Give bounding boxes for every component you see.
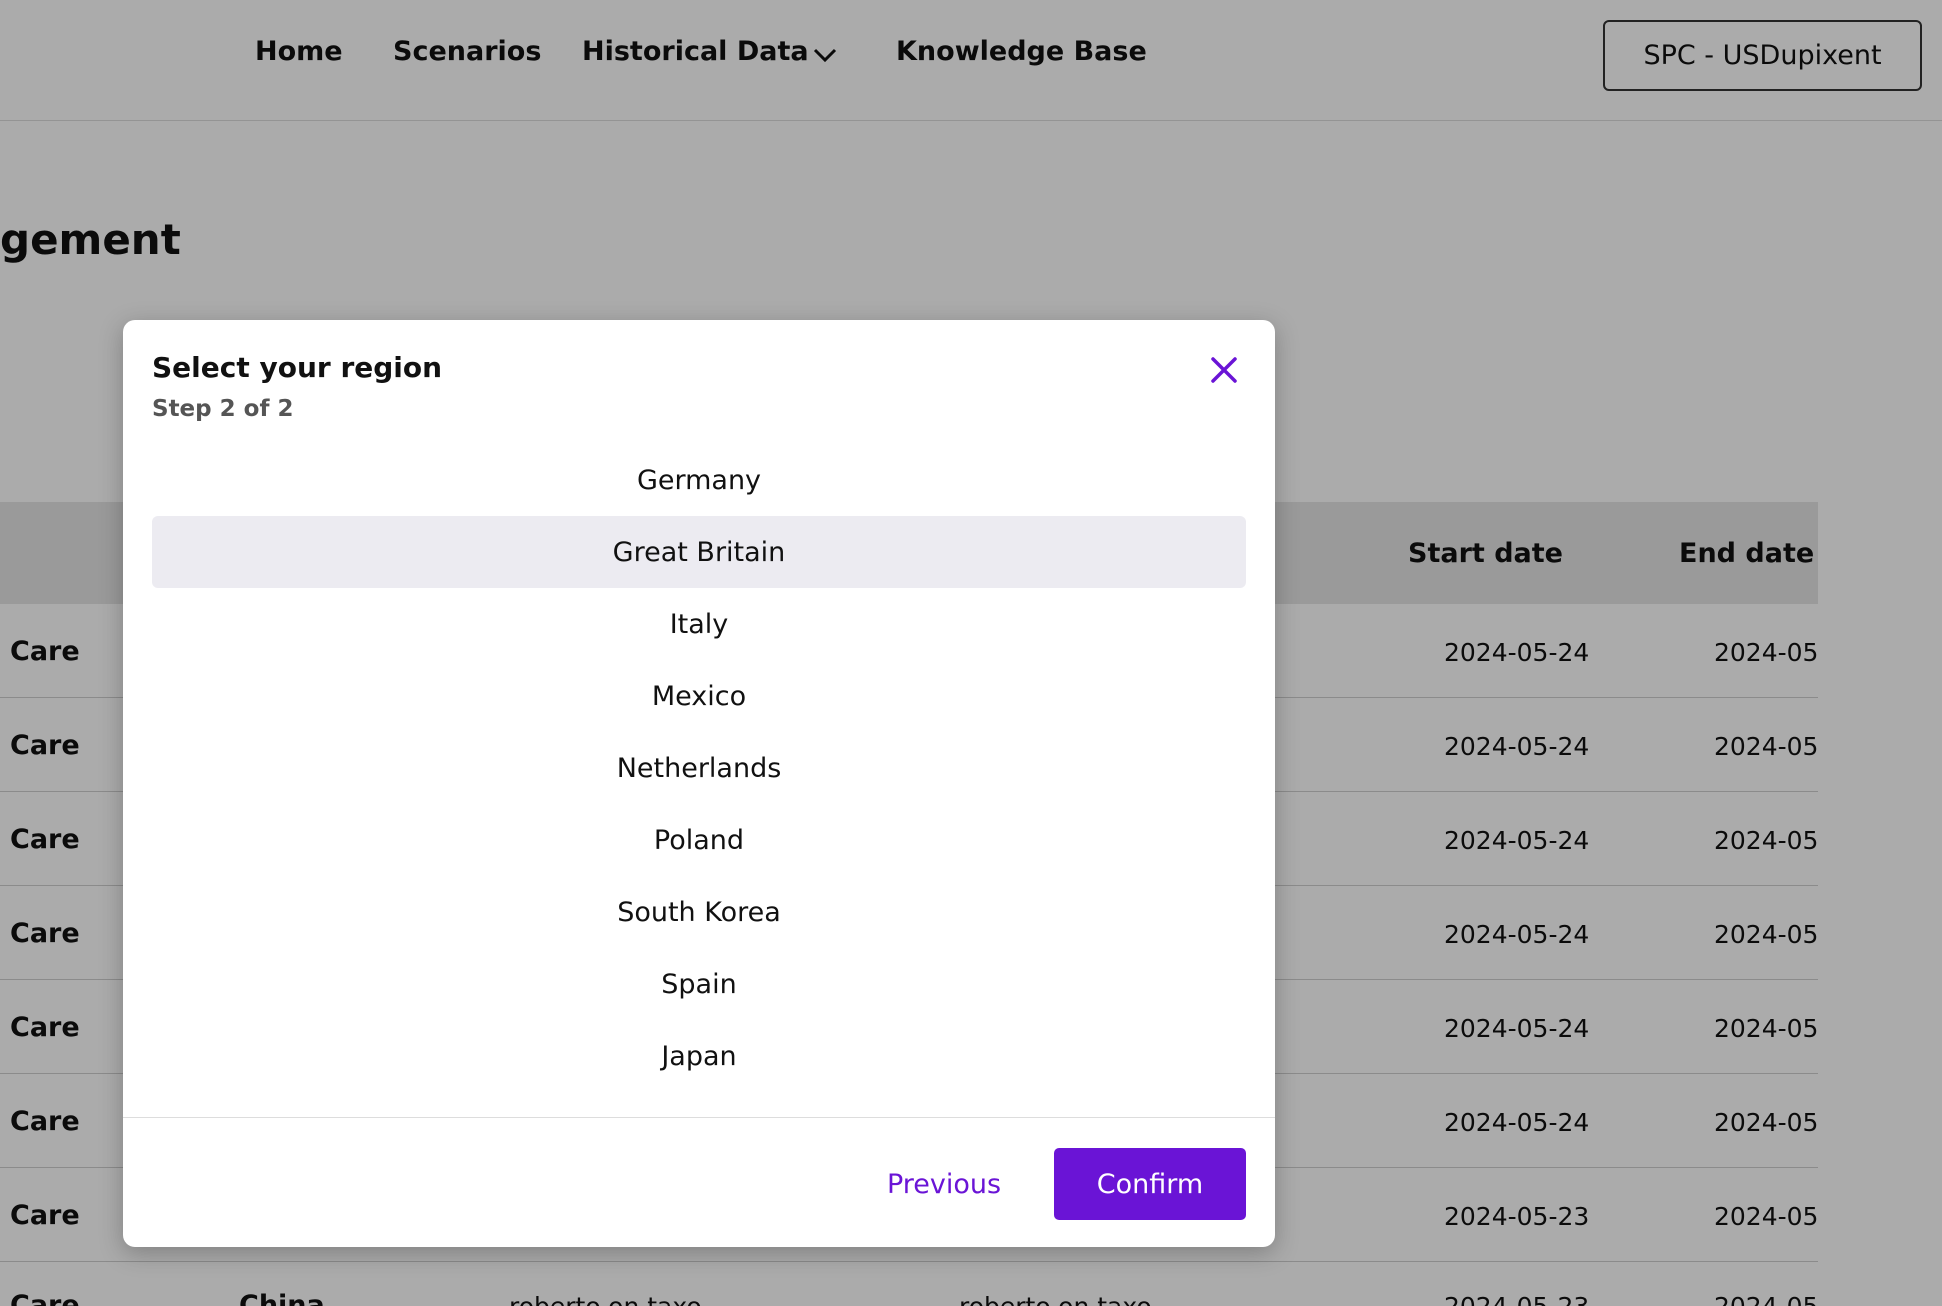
region-option-italy[interactable]: Italy [152,588,1246,660]
confirm-button[interactable]: Confirm [1054,1148,1246,1220]
region-select-dialog: Select your region Step 2 of 2 Germany G… [123,320,1275,1247]
dialog-title: Select your region [152,351,443,384]
region-option-mexico[interactable]: Mexico [152,660,1246,732]
region-option-spain[interactable]: Spain [152,948,1246,1020]
region-list: Germany Great Britain Italy Mexico Nethe… [152,444,1246,1092]
dialog-footer-divider [123,1117,1275,1118]
region-option-poland[interactable]: Poland [152,804,1246,876]
region-option-south-korea[interactable]: South Korea [152,876,1246,948]
dialog-step-indicator: Step 2 of 2 [152,396,294,422]
previous-button[interactable]: Previous [863,1148,1025,1220]
region-option-netherlands[interactable]: Netherlands [152,732,1246,804]
close-icon[interactable] [1205,351,1243,389]
region-option-great-britain[interactable]: Great Britain [152,516,1246,588]
region-option-japan[interactable]: Japan [152,1020,1246,1092]
region-option-germany[interactable]: Germany [152,444,1246,516]
